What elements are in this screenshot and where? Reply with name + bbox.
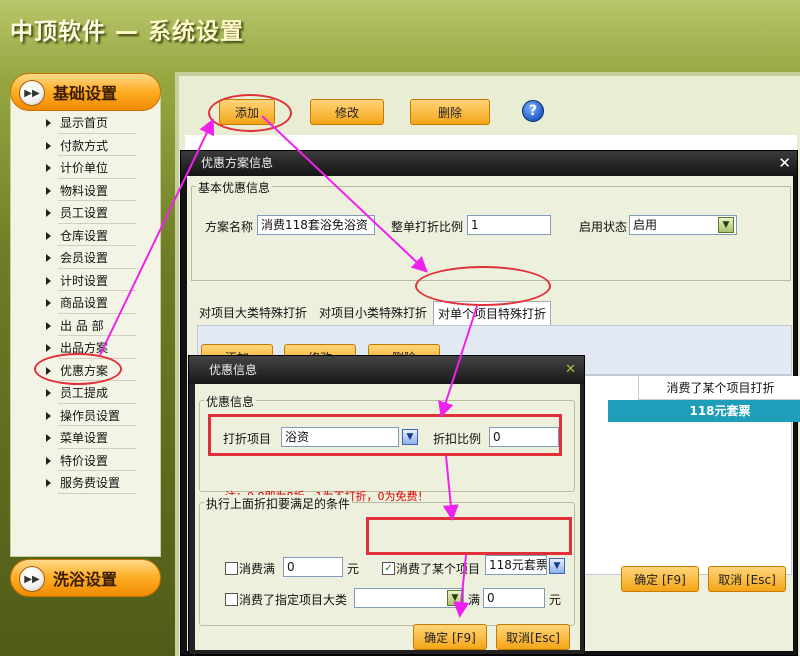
sidebar-header-basic-settings[interactable]: ▶▶ 基础设置 — [10, 73, 161, 111]
highlight-item-condition — [366, 517, 572, 555]
item-spend-label: 消费了某个项目 — [396, 562, 481, 576]
dialog-title: 优惠方案信息 — [181, 151, 797, 176]
chevron-down-icon[interactable]: ▼ — [447, 590, 463, 606]
confirm-button[interactable]: 确定 [F9] — [621, 566, 699, 592]
close-icon[interactable]: ✕ — [565, 362, 576, 377]
sidebar-item-special-price[interactable]: 特价设置 — [10, 451, 160, 474]
min-spend-label: 消费满 — [239, 562, 276, 576]
close-icon[interactable]: ✕ — [778, 154, 791, 172]
group-title: 基本优惠信息 — [196, 179, 273, 196]
sidebar-item-production-dept[interactable]: 出 品 部 — [10, 316, 160, 339]
dialog-title: 优惠信息 — [189, 356, 584, 384]
sidebar-item-menu[interactable]: 菜单设置 — [10, 428, 160, 451]
edit-button[interactable]: 修改 — [310, 99, 384, 125]
confirm-button[interactable]: 确定 [F9] — [413, 624, 487, 650]
expand-arrow-icon: ▶▶ — [19, 80, 45, 106]
sidebar-header-bath-settings[interactable]: ▶▶ 洗浴设置 — [10, 559, 161, 597]
cancel-button[interactable]: 取消 [Esc] — [708, 566, 786, 592]
sidebar-item-commission[interactable]: 员工提成 — [10, 383, 160, 406]
app-title-section: — 系统设置 — [115, 19, 245, 45]
category-spend-input[interactable]: 0 — [483, 588, 545, 608]
table-cell[interactable]: 118元套票 — [638, 400, 800, 422]
plan-name-input[interactable]: 消费118套浴免浴资 — [257, 215, 375, 235]
status-value: 启用 — [633, 218, 658, 232]
discount-label: 整单打折比例 — [391, 220, 464, 234]
tab-category[interactable]: 对项目大类特殊打折 — [195, 301, 311, 325]
help-icon[interactable]: ? — [522, 100, 544, 122]
highlight-add-button — [208, 94, 292, 132]
sidebar-item-goods[interactable]: 商品设置 — [10, 293, 160, 316]
sidebar-header-label: 洗浴设置 — [53, 570, 118, 589]
item-spend-checkbox[interactable]: ✓ — [382, 562, 395, 575]
plan-name-label: 方案名称 — [205, 220, 254, 234]
min-spend-checkbox[interactable] — [225, 562, 238, 575]
table-row[interactable] — [608, 400, 638, 422]
chevron-down-icon[interactable]: ▼ — [718, 217, 734, 233]
unit-label: 元 — [347, 562, 360, 576]
sidebar-item-home[interactable]: 显示首页 — [10, 113, 160, 136]
unit-label: 元 — [549, 593, 562, 607]
app-window: 中顶软件 — 系统设置 ▶▶ 基础设置 显示首页 付款方式 计价单位 物料设置 … — [0, 0, 800, 656]
column-header: 消费了某个项目打折 — [638, 376, 800, 400]
sidebar-item-warehouse[interactable]: 仓库设置 — [10, 226, 160, 249]
sidebar-item-operator[interactable]: 操作员设置 — [10, 406, 160, 429]
status-label: 启用状态 — [579, 220, 628, 234]
sidebar-item-staff[interactable]: 员工设置 — [10, 203, 160, 226]
sidebar-menu: 显示首页 付款方式 计价单位 物料设置 员工设置 仓库设置 会员设置 计时设置 … — [10, 113, 160, 496]
expand-arrow-icon: ▶▶ — [19, 566, 45, 592]
app-brand: 中顶软件 — [10, 19, 106, 45]
cancel-button[interactable]: 取消[Esc] — [496, 624, 570, 650]
sidebar-item-timing[interactable]: 计时设置 — [10, 271, 160, 294]
item-spend-input[interactable]: 118元套票 — [485, 555, 547, 575]
full-label: 满 — [468, 593, 481, 607]
sidebar-item-unit[interactable]: 计价单位 — [10, 158, 160, 181]
discount-input[interactable]: 1 — [467, 215, 551, 235]
group-title: 优惠信息 — [204, 393, 257, 410]
group-title: 执行上面折扣要满足的条件 — [204, 495, 353, 512]
sidebar-item-material[interactable]: 物料设置 — [10, 181, 160, 204]
highlight-discount-plan — [34, 353, 122, 385]
discount-info-dialog: 优惠信息 ✕ 优惠信息 打折项目 浴资 ▼ 折扣比例 0 注：0.8即为8折，1… — [188, 355, 585, 655]
delete-button[interactable]: 删除 — [410, 99, 490, 125]
category-spend-checkbox[interactable] — [225, 593, 238, 606]
dropdown-arrow-icon[interactable]: ▼ — [549, 558, 565, 574]
sidebar-item-payment[interactable]: 付款方式 — [10, 136, 160, 159]
sidebar-header-label: 基础设置 — [53, 84, 118, 103]
sidebar-item-service-fee[interactable]: 服务费设置 — [10, 473, 160, 496]
app-title: 中顶软件 — 系统设置 — [10, 12, 244, 46]
highlight-discount-fields — [208, 414, 562, 456]
min-spend-input[interactable]: 0 — [283, 557, 343, 577]
sidebar-item-member[interactable]: 会员设置 — [10, 248, 160, 271]
tab-subcategory[interactable]: 对项目小类特殊打折 — [315, 301, 431, 325]
highlight-single-item-tab — [415, 266, 551, 306]
category-spend-label: 消费了指定项目大类 — [239, 593, 348, 607]
